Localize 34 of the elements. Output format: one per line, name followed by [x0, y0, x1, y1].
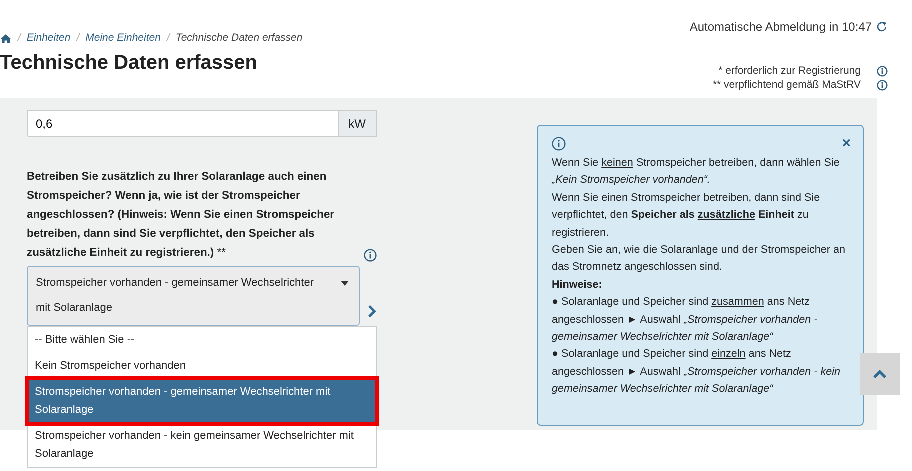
storage-select[interactable]: Stromspeicher vorhanden - gemeinsamer Wechselrichter mit Solaranlage: [27, 266, 360, 326]
info-icon[interactable]: [552, 136, 566, 150]
home-icon[interactable]: [0, 34, 12, 44]
power-input-field[interactable]: 0,6: [27, 110, 339, 137]
info-icon[interactable]: [877, 80, 888, 90]
breadcrumb-link[interactable]: Meine Einheiten: [86, 31, 161, 47]
refresh-icon[interactable]: [876, 21, 888, 33]
page-title: Technische Daten erfassen: [0, 50, 259, 75]
legend-text: * erforderlich zur Registrierung: [718, 64, 861, 78]
question-label: Betreiben Sie zusätzlich zu Ihrer Solaranlage auch einen Stromspeicher? Wenn ja, wie ist der Stromspeicher angeschlossen? (Hinweis: Wenn Sie einen Stromspeicher betreiben, dann sind Sie verpflichtet, den Speicher als zusätzliche Einheit zu registrieren.) **: [27, 170, 336, 261]
breadcrumb-link[interactable]: Einheiten: [26, 31, 71, 47]
breadcrumb-separator: /: [18, 31, 21, 46]
breadcrumb-separator: /: [166, 31, 170, 46]
dropdown-option[interactable]: -- Bitte wählen Sie --: [28, 327, 376, 353]
info-paragraph: Hinweise:: [552, 278, 604, 293]
info-paragraph: Wenn Sie keinen Stromspeicher betreiben, dann wählen Sie „Kein Stromspeicher vorhanden“.: [552, 156, 841, 188]
info-paragraph: ● Solaranlage und Speicher sind einzeln ans Netz angeschlossen ► Auswahl „Stromspeicher vorhanden - kein gemeinsamer Wechselrichter mit Solaranlage“: [552, 347, 842, 398]
caret-icon: [341, 281, 350, 286]
scroll-top-button[interactable]: [860, 353, 900, 395]
session-timer: Automatische Abmeldung in 10:47: [690, 19, 872, 36]
chevron-right-icon[interactable]: [368, 305, 377, 318]
info-icon[interactable]: [364, 249, 377, 262]
breadcrumb-separator: /: [76, 31, 80, 46]
breadcrumb-current: Technische Daten erfassen: [176, 31, 303, 46]
dropdown-option[interactable]: Stromspeicher vorhanden - gemeinsamer Wechselrichter mit Solaranlage: [28, 379, 376, 423]
info-icon[interactable]: [877, 66, 888, 76]
legend-text: ** verpflichtend gemäß MaStRV: [712, 78, 861, 92]
info-paragraph: Geben Sie an, wie die Solaranlage und der Stromspeicher an das Stromnetz angeschlossen sind.: [552, 243, 846, 276]
info-paragraph: Wenn Sie einen Stromspeicher betreiben, dann sind Sie verpflichtet, den Speicher als zusätzliche Einheit zu registrieren.: [552, 190, 822, 241]
dropdown-option[interactable]: Kein Stromspeicher vorhanden: [28, 353, 376, 379]
chevron-up-icon: [873, 370, 887, 378]
close-button[interactable]: ×: [842, 136, 851, 151]
dropdown-option[interactable]: Stromspeicher vorhanden - kein gemeinsamer Wechselrichter mit Solaranlage: [28, 423, 376, 467]
unit-label: kW: [338, 110, 377, 137]
